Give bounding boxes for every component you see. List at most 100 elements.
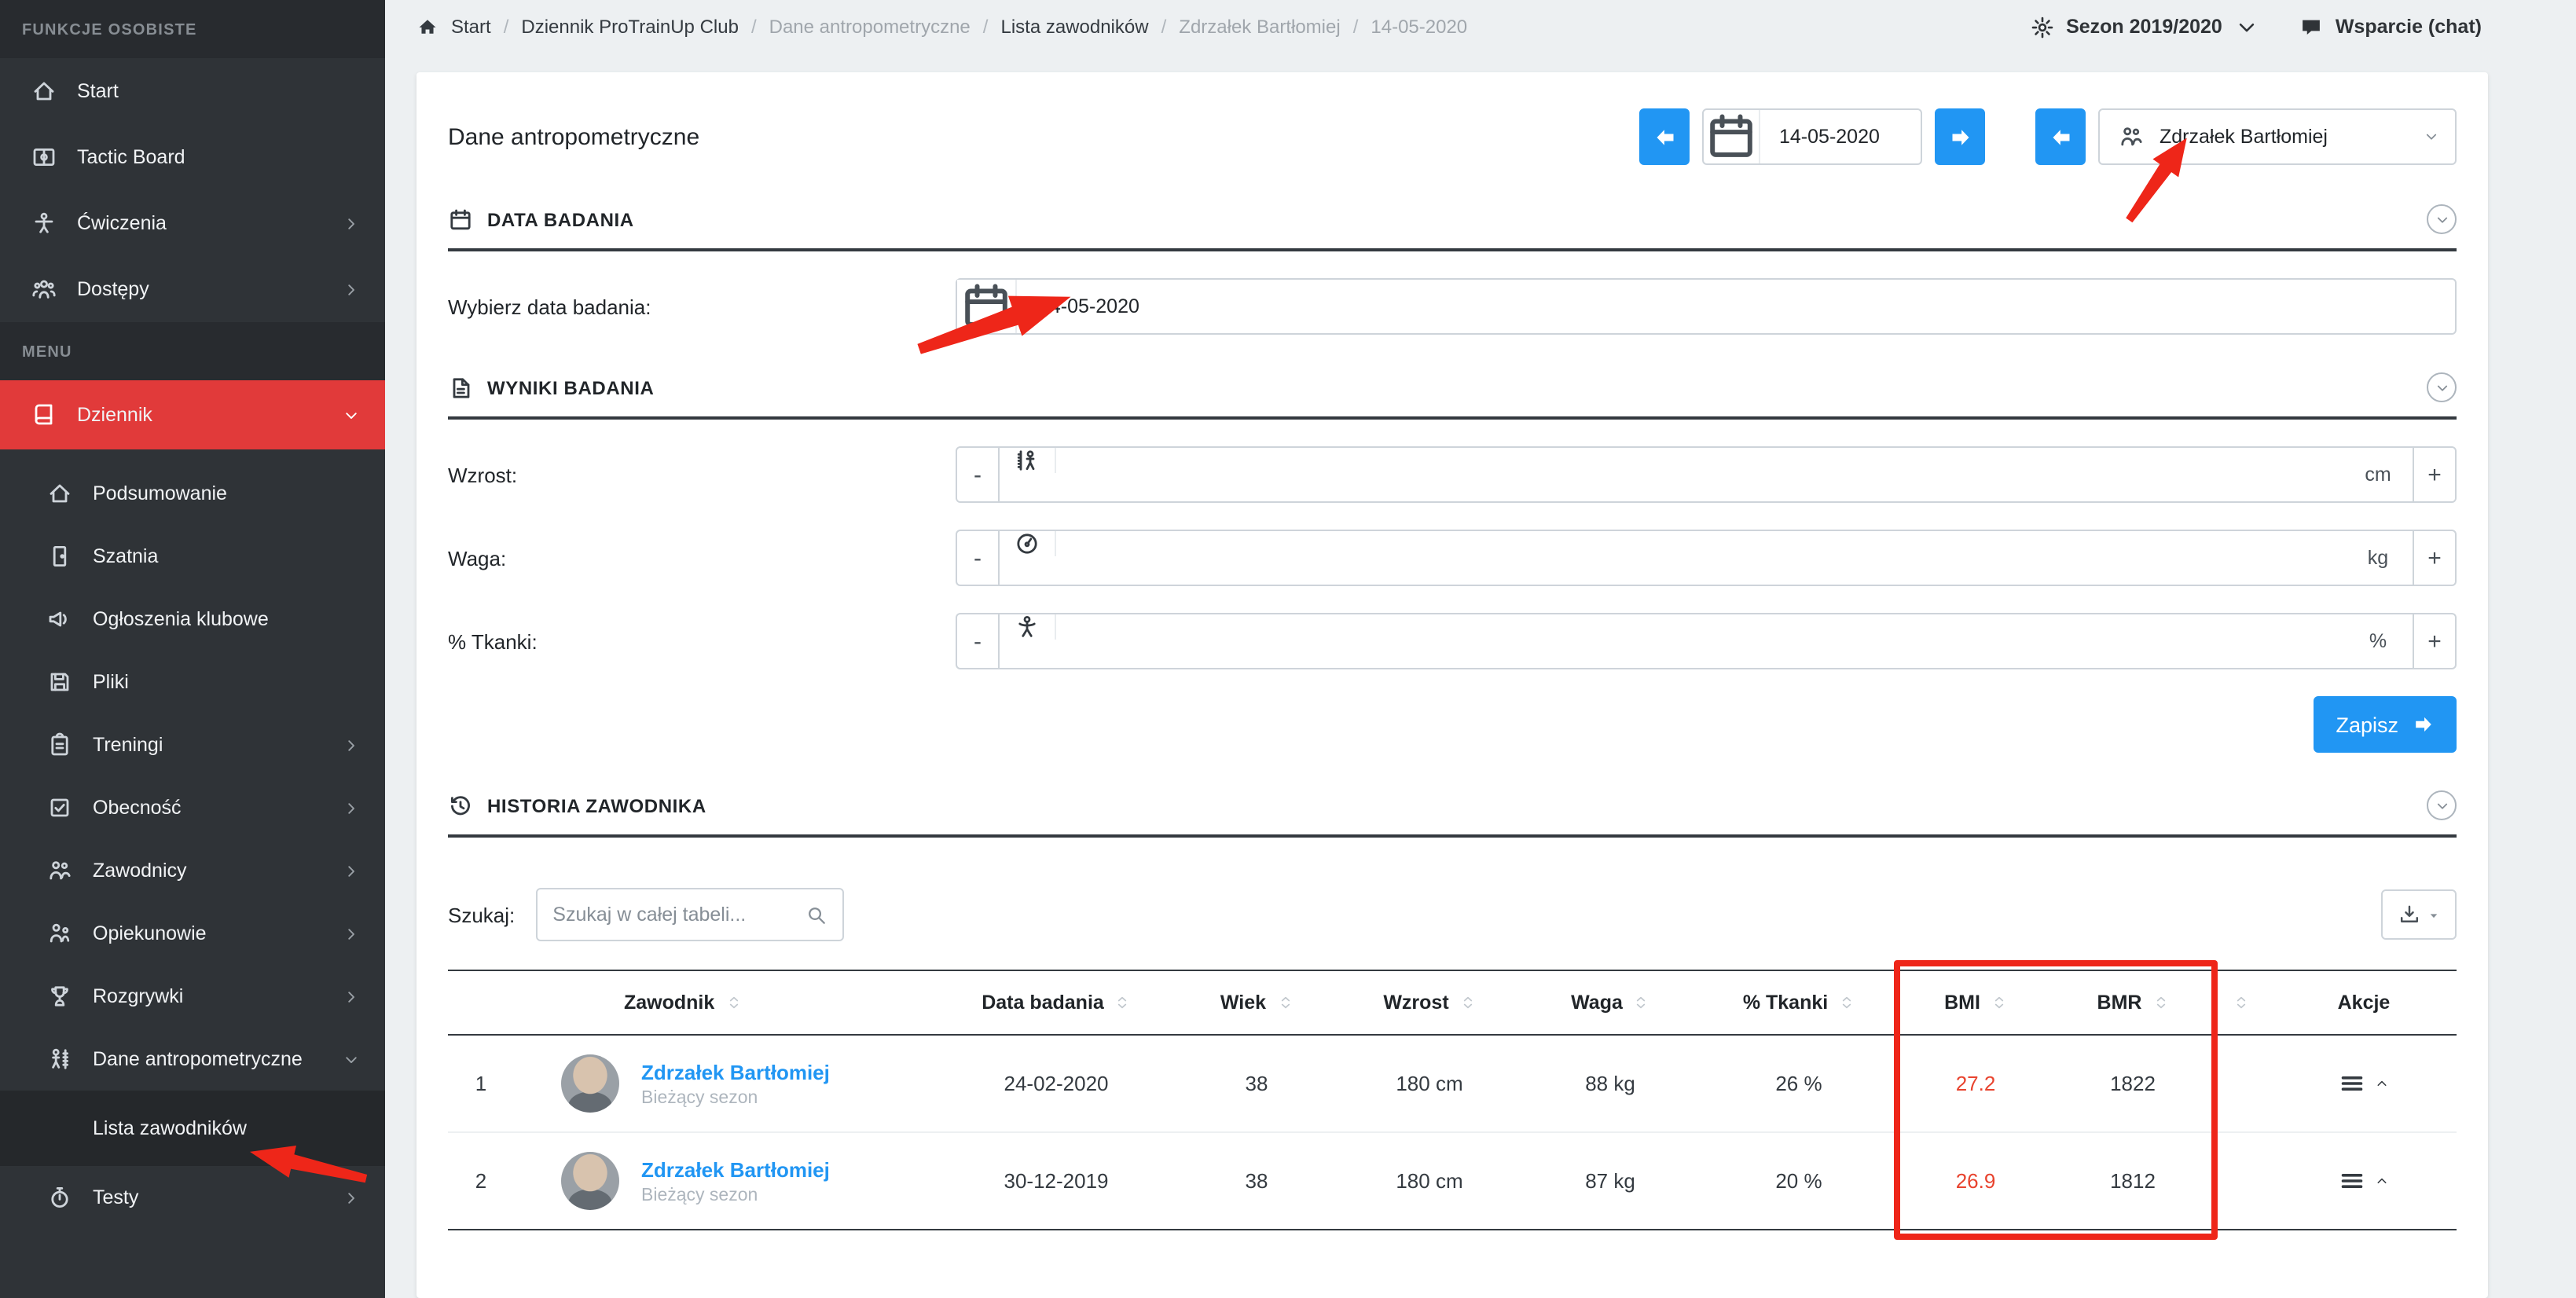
decrement-button[interactable]: - (957, 448, 1000, 501)
breadcrumb-item[interactable]: / Dane antropometryczne (739, 16, 971, 38)
date-display[interactable]: 14-05-2020 (1702, 108, 1922, 165)
sidebar-item[interactable]: Tactic Board (0, 124, 385, 190)
chevron-down-icon (343, 406, 360, 424)
sidebar-subitem[interactable]: Treningi (0, 713, 385, 776)
sidebar-subitem[interactable]: Opiekunowie (0, 902, 385, 965)
table-header-row: Zawodnik Data badania Wiek Wzrost Waga %… (448, 970, 2457, 1036)
sidebar-subitem-label: Obecność (93, 797, 182, 819)
table-search-input[interactable] (552, 904, 805, 926)
season-selector[interactable]: Sezon 2019/2020 (2030, 15, 2259, 38)
increment-button[interactable]: + (2413, 531, 2455, 585)
sidebar-subitem[interactable]: Szatnia (0, 525, 385, 588)
exam-date-input[interactable]: 14-05-2020 (956, 278, 2457, 335)
sort-icon[interactable] (1277, 993, 1293, 1012)
support-chat-link[interactable]: Wsparcie (chat) (2299, 15, 2482, 38)
sort-icon[interactable] (1634, 993, 1649, 1012)
season-tag: Bieżący sezon (641, 1088, 758, 1107)
sidebar-item[interactable]: Ćwiczenia (0, 190, 385, 256)
content-card: Dane antropometryczne 14-05-2020 Zdrzałe (416, 72, 2488, 1298)
search-icon (805, 904, 826, 925)
chevron-right-icon (343, 736, 360, 754)
table-row[interactable]: 1 Zdrzałek Bartłomiej Bieżący sezon 24-0… (448, 1036, 2457, 1133)
cell-bmr: 1822 (2054, 1072, 2211, 1095)
locker-room-icon (47, 544, 72, 569)
chat-icon (2299, 15, 2323, 38)
arrow-right-icon (1948, 125, 1972, 148)
prev-player-button[interactable] (2035, 108, 2086, 165)
table-row[interactable]: 2 Zdrzałek Bartłomiej Bieżący sezon 30-1… (448, 1133, 2457, 1230)
sort-icon[interactable] (2152, 993, 2168, 1012)
sidebar-subitem[interactable]: Testy (0, 1166, 385, 1229)
sidebar-subitem[interactable]: Ogłoszenia klubowe (0, 588, 385, 651)
measurement-input[interactable] (1056, 531, 2343, 585)
season-tag: Bieżący sezon (641, 1186, 758, 1204)
sort-icon[interactable] (1460, 993, 1476, 1012)
home-icon (31, 79, 57, 104)
sidebar-item[interactable]: Dostępy (0, 256, 385, 322)
player-select[interactable]: Zdrzałek Bartłomiej (2098, 108, 2457, 165)
prev-date-button[interactable] (1639, 108, 1690, 165)
cell-fat: 26 % (1701, 1072, 1897, 1095)
row-number: 2 (448, 1169, 514, 1193)
hamburger-icon (2339, 1168, 2365, 1194)
history-icon (448, 793, 473, 818)
breadcrumb-item[interactable]: / 14-05-2020 (1341, 16, 1467, 38)
measurement-rows: Wzrost: - cm + Waga: (448, 446, 2457, 669)
sidebar-item-label: Ćwiczenia (77, 212, 167, 234)
sort-icon[interactable] (1115, 993, 1131, 1012)
col-wiek: Wiek (1220, 992, 1266, 1014)
chevron-up-icon (2375, 1174, 2389, 1188)
export-button[interactable] (2381, 889, 2457, 940)
collapse-section-button[interactable] (2427, 204, 2457, 234)
sidebar-subitem-label: Treningi (93, 734, 163, 756)
sort-icon[interactable] (1991, 993, 2007, 1012)
table-search (535, 888, 843, 941)
sidebar-subitem[interactable]: Obecność (0, 776, 385, 839)
decrement-button[interactable]: - (957, 614, 1000, 668)
decrement-button[interactable]: - (957, 531, 1000, 585)
col-tkanki: % Tkanki (1743, 992, 1828, 1014)
row-actions-button[interactable] (2339, 1070, 2389, 1097)
sort-icon[interactable] (1839, 993, 1855, 1012)
tests-icon (47, 1185, 72, 1210)
sort-icon[interactable] (725, 993, 741, 1012)
measurement-label: Wzrost: (448, 463, 956, 486)
competitions-icon (47, 984, 72, 1009)
breadcrumb-item[interactable]: / Dziennik ProTrainUp Club (491, 16, 739, 38)
arrow-left-icon (1653, 125, 1676, 148)
sidebar-subitem[interactable]: Podsumowanie (0, 462, 385, 525)
breadcrumb-item[interactable]: / Start (451, 16, 491, 38)
players-icon (2119, 124, 2144, 149)
sidebar-item-label: Dostępy (77, 278, 149, 300)
breadcrumb-item[interactable]: / Lista zawodników (971, 16, 1149, 38)
cell-weight: 87 kg (1520, 1169, 1701, 1193)
sidebar-subitem[interactable]: Lista zawodników (0, 1091, 385, 1166)
sidebar-item[interactable]: Start (0, 58, 385, 124)
gear-icon (2030, 15, 2053, 38)
collapse-section-button[interactable] (2427, 372, 2457, 402)
player-link[interactable]: Zdrzałek Bartłomiej (641, 1157, 830, 1181)
sidebar-item-dziennik[interactable]: Dziennik (0, 380, 385, 449)
sort-icon[interactable] (2233, 993, 2249, 1012)
player-link[interactable]: Zdrzałek Bartłomiej (641, 1060, 830, 1084)
save-button[interactable]: Zapisz (2314, 696, 2457, 753)
arrow-right-icon (2413, 713, 2435, 735)
chevron-right-icon (343, 799, 360, 816)
home-icon[interactable] (416, 16, 439, 38)
date-value: 14-05-2020 (1760, 126, 1880, 148)
sidebar-subitem[interactable]: Dane antropometryczne (0, 1028, 385, 1091)
sidebar-subitem[interactable]: Zawodnicy (0, 839, 385, 902)
breadcrumb-item[interactable]: / Zdrzałek Bartłomiej (1149, 16, 1341, 38)
next-date-button[interactable] (1935, 108, 1985, 165)
sidebar-subitem[interactable]: Rozgrywki (0, 965, 385, 1028)
increment-button[interactable]: + (2413, 448, 2455, 501)
journal-icon (31, 402, 57, 427)
measurement-input[interactable] (1056, 448, 2343, 501)
col-bmr: BMR (2097, 992, 2142, 1014)
increment-button[interactable]: + (2413, 614, 2455, 668)
measurement-unit: cm (2343, 448, 2413, 501)
collapse-section-button[interactable] (2427, 790, 2457, 820)
sidebar-subitem[interactable]: Pliki (0, 651, 385, 713)
measurement-input[interactable] (1056, 614, 2343, 668)
row-actions-button[interactable] (2339, 1168, 2389, 1194)
